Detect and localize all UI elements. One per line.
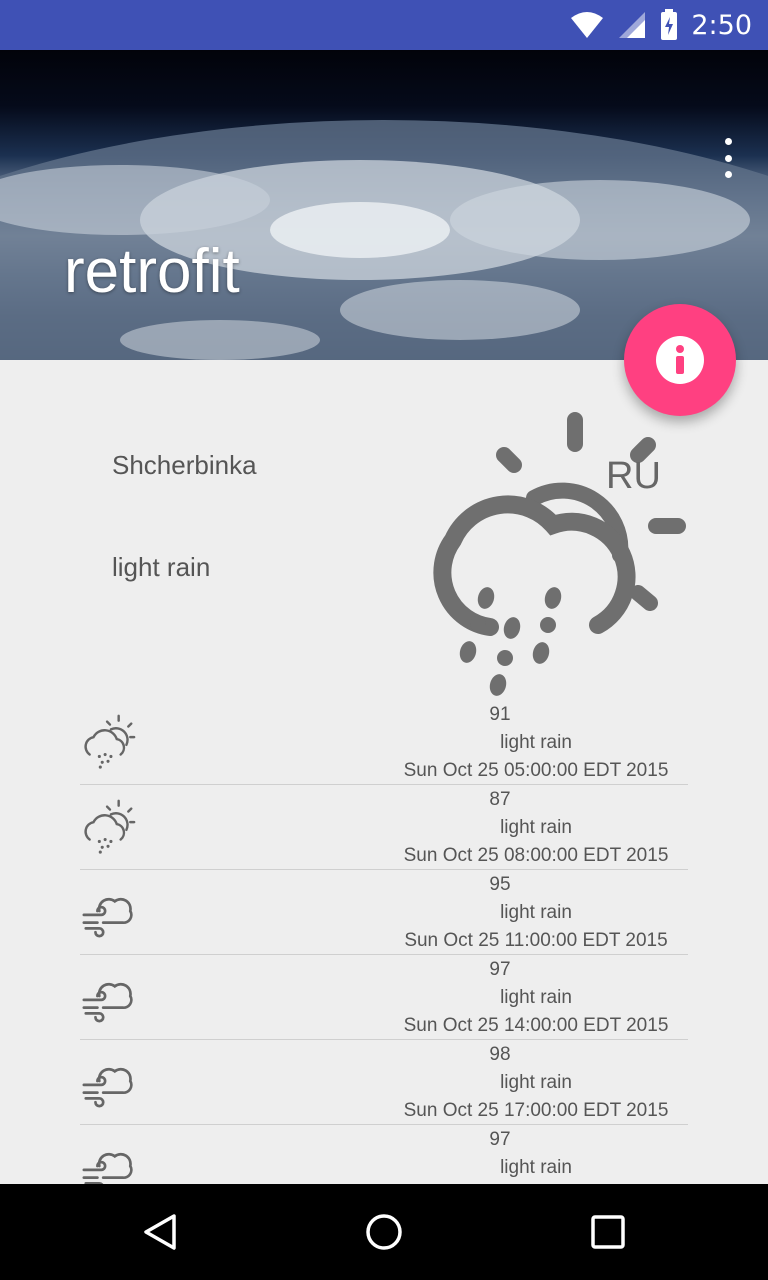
forecast-description: light rain	[500, 732, 572, 753]
forecast-description: light rain	[500, 987, 572, 1008]
app-title: retrofit	[64, 237, 240, 306]
status-bar: 2:50	[0, 0, 768, 50]
forecast-date: Sun Oct 25 17:00:00 EDT 2015	[403, 1100, 669, 1121]
forecast-temp: 95	[489, 874, 511, 895]
wifi-icon	[571, 12, 604, 38]
sun-cloud-rain-icon	[84, 799, 136, 854]
forecast-temp: 98	[489, 1044, 511, 1065]
forecast-date: Sun Oct 25 14:00:00 EDT 2015	[403, 1015, 669, 1036]
list-item[interactable]: 95 light rain Sun Oct 25 11:00:00 EDT 20…	[80, 870, 688, 955]
wind-cloud-icon	[82, 1067, 133, 1108]
forecast-temp: 91	[489, 704, 511, 725]
forecast-date: Sun Oct 25 05:00:00 EDT 2015	[403, 760, 669, 781]
sun-cloud-rain-icon	[84, 714, 136, 769]
status-time: 2:50	[691, 9, 752, 41]
battery-icon	[661, 9, 678, 40]
recents-icon[interactable]	[590, 1214, 626, 1250]
forecast-description: light rain	[500, 817, 572, 838]
forecast-temp: 97	[489, 959, 511, 980]
country-code: RU	[606, 455, 661, 497]
signal-icon	[619, 12, 646, 38]
wind-cloud-icon	[82, 982, 133, 1023]
home-icon[interactable]	[364, 1212, 404, 1252]
navigation-bar	[0, 1184, 768, 1280]
forecast-description: light rain	[500, 1157, 572, 1178]
info-button[interactable]	[624, 304, 736, 416]
city-name: Shcherbinka	[112, 450, 257, 480]
forecast-description: light rain	[500, 1072, 572, 1093]
info-icon	[656, 336, 704, 384]
forecast-temp: 87	[489, 789, 511, 810]
list-item[interactable]: 97 light rain	[80, 1125, 688, 1184]
wind-cloud-icon	[82, 1152, 133, 1184]
list-item[interactable]: 97 light rain Sun Oct 25 14:00:00 EDT 20…	[80, 955, 688, 1040]
wind-cloud-icon	[82, 897, 133, 938]
forecast-list[interactable]: 91 light rain Sun Oct 25 05:00:00 EDT 20…	[80, 700, 688, 1184]
back-icon[interactable]	[140, 1212, 180, 1252]
list-item[interactable]: 87 light rain Sun Oct 25 08:00:00 EDT 20…	[80, 785, 688, 870]
list-item[interactable]: 91 light rain Sun Oct 25 05:00:00 EDT 20…	[80, 700, 688, 785]
overflow-menu-icon[interactable]	[716, 138, 740, 178]
forecast-date: Sun Oct 25 08:00:00 EDT 2015	[403, 845, 669, 866]
weather-description: light rain	[112, 552, 211, 582]
forecast-date: Sun Oct 25 11:00:00 EDT 2015	[404, 930, 668, 951]
forecast-temp: 97	[489, 1129, 511, 1150]
forecast-description: light rain	[500, 902, 572, 923]
list-item[interactable]: 98 light rain Sun Oct 25 17:00:00 EDT 20…	[80, 1040, 688, 1125]
